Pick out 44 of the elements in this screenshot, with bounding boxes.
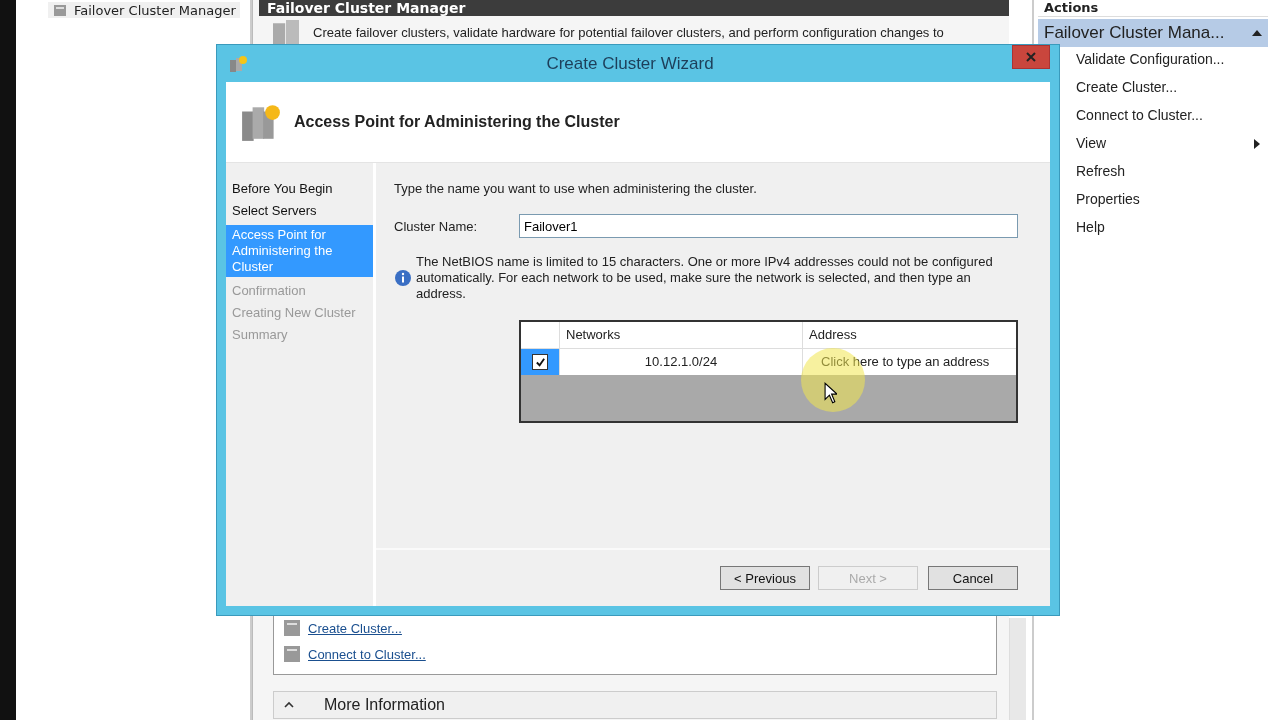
cursor-icon (824, 382, 837, 404)
collapse-icon (1252, 30, 1262, 36)
overview-text: Create failover clusters, validate hardware for potential failover clusters, and perform configuration changes to (313, 24, 944, 42)
check-icon (534, 356, 546, 368)
pane-header: Actions (1038, 0, 1268, 17)
cluster-name-field[interactable]: Failover1 (519, 214, 1018, 238)
action-item[interactable]: Properties (1068, 184, 1268, 215)
info-icon (394, 269, 412, 287)
server-icon (284, 620, 300, 636)
close-icon (1026, 52, 1036, 62)
close-button[interactable] (1012, 45, 1050, 69)
section-header[interactable]: More Information (273, 691, 997, 719)
action-item[interactable]: Connect to Cluster... (1068, 100, 1268, 131)
column-header[interactable]: Networks (560, 322, 803, 348)
wizard-step[interactable]: Before You Begin (226, 181, 373, 197)
wizard-step[interactable]: Select Servers (226, 203, 373, 219)
action-item[interactable]: Create Cluster... (1068, 72, 1268, 103)
column-header[interactable]: Address (803, 322, 1016, 348)
servers-icon (273, 20, 299, 46)
table-cell: 10.12.1.0/24 (560, 349, 803, 375)
page-title: Access Point for Administering the Cluster (294, 113, 620, 131)
pane-header: Failover Cluster Manager (259, 0, 1009, 16)
action-item[interactable]: View (1068, 128, 1268, 159)
link[interactable]: Connect to Cluster... (308, 646, 426, 662)
instruction-text: Type the name you want to use when administering the cluster. (394, 181, 758, 196)
action-item[interactable]: Help (1068, 212, 1268, 243)
server-icon (284, 646, 300, 662)
scrollbar[interactable] (1009, 618, 1026, 720)
field-label: Cluster Name: (394, 218, 479, 234)
wizard-button[interactable]: < Previous (720, 566, 810, 590)
info-text: The NetBIOS name is limited to 15 characters. One or more IPv4 addresses could not be configured automatically. For each network to be used, make sure the network is selected, and then type an address. (416, 254, 994, 302)
collapse-icon (284, 700, 294, 710)
server-icon (52, 2, 68, 18)
actions-group-header[interactable]: Failover Cluster Mana... (1038, 19, 1268, 47)
action-item[interactable]: Refresh (1068, 156, 1268, 187)
action-item[interactable]: Validate Configuration... (1068, 44, 1268, 75)
cluster-icon (228, 54, 248, 74)
tree-item[interactable]: Failover Cluster Manager (48, 2, 240, 18)
window-title: Create Cluster Wizard (545, 54, 715, 74)
checkbox[interactable] (532, 354, 548, 370)
address-field[interactable]: Click here to type an address (803, 349, 1016, 375)
link[interactable]: Create Cluster... (308, 620, 402, 636)
submenu-arrow-icon (1254, 138, 1260, 149)
wizard-button[interactable]: Cancel (928, 566, 1018, 590)
